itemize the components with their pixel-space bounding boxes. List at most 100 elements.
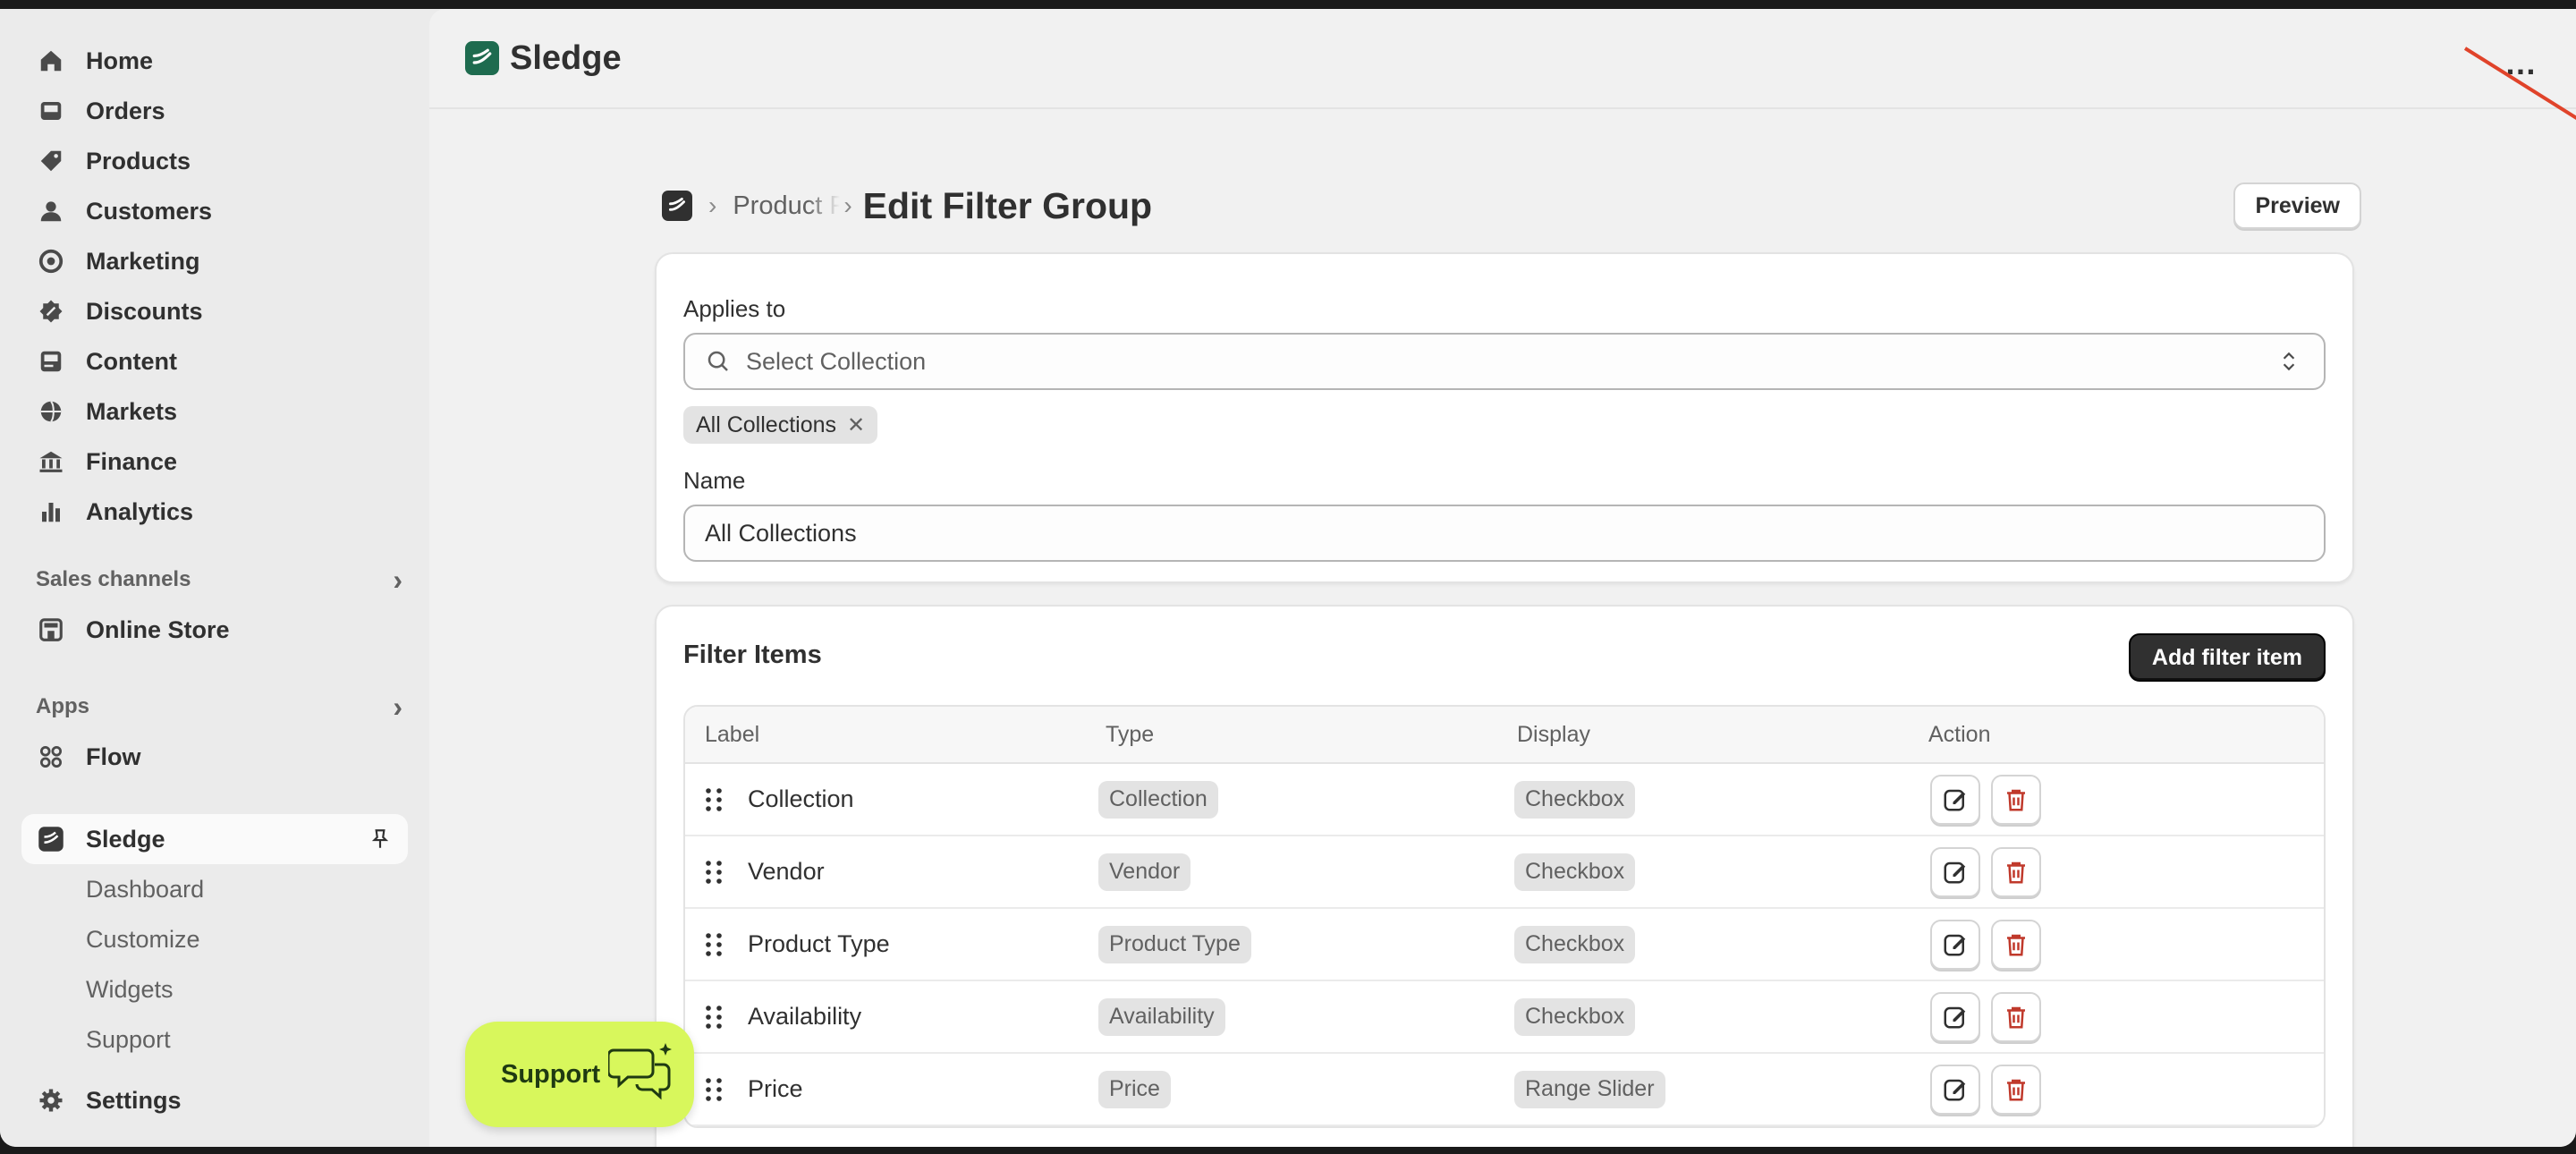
- breadcrumb-separator-icon: ›: [843, 191, 852, 219]
- table-row: Price Price Range Slider: [685, 1054, 2324, 1126]
- drag-handle-icon[interactable]: [705, 1005, 723, 1030]
- nav-label: Sledge: [86, 825, 165, 853]
- edit-icon: [1944, 861, 1966, 883]
- app-topbar: Sledge: [429, 9, 2576, 109]
- drag-handle-icon[interactable]: [705, 860, 723, 885]
- type-badge: Availability: [1098, 997, 1225, 1036]
- nav-label: Marketing: [86, 247, 200, 275]
- delete-button[interactable]: [1991, 1064, 2041, 1115]
- row-label: Collection: [748, 785, 854, 812]
- nav-online-store[interactable]: Online Store: [0, 605, 429, 655]
- chat-bubbles-icon: [608, 1043, 672, 1100]
- drag-handle-icon[interactable]: [705, 787, 723, 812]
- delete-button[interactable]: [1991, 991, 2041, 1042]
- nav-discounts[interactable]: Discounts: [0, 286, 429, 336]
- delete-button[interactable]: [1991, 919, 2041, 970]
- drag-handle-icon[interactable]: [705, 932, 723, 957]
- table-row: Availability Availability Checkbox: [685, 981, 2324, 1054]
- sledge-logo-icon: [465, 41, 499, 75]
- nav-content[interactable]: Content: [0, 336, 429, 386]
- display-badge: Checkbox: [1514, 925, 1636, 963]
- name-input[interactable]: All Collections: [683, 505, 2326, 562]
- remove-tag-icon[interactable]: ✕: [847, 412, 865, 438]
- column-label: Label: [705, 721, 760, 747]
- inbox-icon: [38, 98, 64, 124]
- select-arrows-icon: [2283, 352, 2295, 371]
- nav-label: Online Store: [86, 615, 230, 643]
- page-header: › Product F › Edit Filter Group Preview: [662, 170, 2361, 242]
- nav-marketing[interactable]: Marketing: [0, 236, 429, 286]
- drag-handle-icon[interactable]: [705, 1077, 723, 1102]
- column-type: Type: [1106, 721, 1155, 747]
- nav-sledge-widgets[interactable]: Widgets: [0, 964, 429, 1014]
- nav-label: Customers: [86, 197, 213, 225]
- collection-select[interactable]: Select Collection: [683, 333, 2326, 390]
- row-label: Product Type: [748, 930, 890, 957]
- edit-button[interactable]: [1930, 846, 1980, 897]
- preview-button[interactable]: Preview: [2233, 182, 2361, 229]
- name-label: Name: [683, 467, 746, 494]
- collection-tag: All Collections ✕: [683, 406, 878, 444]
- edit-button[interactable]: [1930, 919, 1980, 970]
- nav-settings[interactable]: Settings: [0, 1075, 429, 1125]
- nav-label: Products: [86, 147, 191, 174]
- app-breadcrumb-icon[interactable]: [662, 191, 692, 221]
- trash-icon: [2007, 1006, 2025, 1028]
- nav-sledge-customize[interactable]: Customize: [0, 914, 429, 964]
- nav-sledge[interactable]: Sledge: [21, 814, 408, 864]
- apps-header[interactable]: Apps ›: [0, 682, 429, 732]
- delete-button[interactable]: [1991, 774, 2041, 825]
- nav-sledge-dashboard[interactable]: Dashboard: [0, 864, 429, 914]
- globe-icon: [38, 398, 64, 425]
- display-badge: Checkbox: [1514, 997, 1636, 1036]
- collection-tag-label: All Collections: [696, 412, 837, 437]
- breadcrumb-link[interactable]: Product F: [733, 191, 840, 221]
- filter-items-title: Filter Items: [683, 641, 822, 669]
- nav-label: Orders: [86, 97, 165, 124]
- sledge-logo-icon: [38, 826, 64, 853]
- pin-icon[interactable]: [369, 827, 392, 851]
- tag-icon: [38, 148, 64, 174]
- table-row: Product Type Product Type Checkbox: [685, 909, 2324, 981]
- nav-label: Home: [86, 47, 154, 74]
- nav-markets[interactable]: Markets: [0, 386, 429, 437]
- table-row: Collection Collection Checkbox: [685, 764, 2324, 836]
- applies-to-card: Applies to Select Collection All Collect…: [655, 252, 2354, 583]
- nav-products[interactable]: Products: [0, 136, 429, 186]
- nav-orders[interactable]: Orders: [0, 86, 429, 136]
- display-badge: Checkbox: [1514, 853, 1636, 891]
- nav-label: Analytics: [86, 497, 194, 525]
- target-icon: [38, 248, 64, 275]
- column-action: Action: [1928, 721, 1991, 747]
- bar-chart-icon: [38, 498, 64, 525]
- sidebar: Home Orders Products Customers Marketing…: [0, 9, 429, 1147]
- support-chat-button[interactable]: Support: [465, 1022, 694, 1127]
- chevron-right-icon[interactable]: ›: [393, 564, 402, 597]
- column-display: Display: [1517, 721, 1590, 747]
- nav-label: Markets: [86, 397, 178, 425]
- nav-customers[interactable]: Customers: [0, 186, 429, 236]
- edit-icon: [1944, 934, 1966, 955]
- nav-analytics[interactable]: Analytics: [0, 487, 429, 537]
- nav-home[interactable]: Home: [0, 36, 429, 86]
- add-filter-item-button[interactable]: Add filter item: [2128, 633, 2326, 682]
- delete-button[interactable]: [1991, 846, 2041, 897]
- edit-icon: [1944, 1006, 1966, 1028]
- nav-flow[interactable]: Flow: [0, 732, 429, 782]
- table-row: Vendor Vendor Checkbox: [685, 836, 2324, 909]
- type-badge: Price: [1098, 1070, 1171, 1108]
- edit-button[interactable]: [1930, 1064, 1980, 1115]
- edit-button[interactable]: [1930, 774, 1980, 825]
- nav-finance[interactable]: Finance: [0, 437, 429, 487]
- nav-label: Finance: [86, 447, 178, 475]
- edit-icon: [1944, 1079, 1966, 1100]
- nav-label: Flow: [86, 742, 141, 770]
- sales-channels-header[interactable]: Sales channels ›: [0, 555, 429, 605]
- trash-icon: [2007, 934, 2025, 955]
- nav-sledge-support[interactable]: Support: [0, 1014, 429, 1065]
- app-name: Sledge: [510, 38, 622, 77]
- filter-items-table: Label Type Display Action Collection Col…: [683, 705, 2326, 1128]
- store-icon: [38, 616, 64, 643]
- chevron-right-icon[interactable]: ›: [393, 691, 402, 724]
- edit-button[interactable]: [1930, 991, 1980, 1042]
